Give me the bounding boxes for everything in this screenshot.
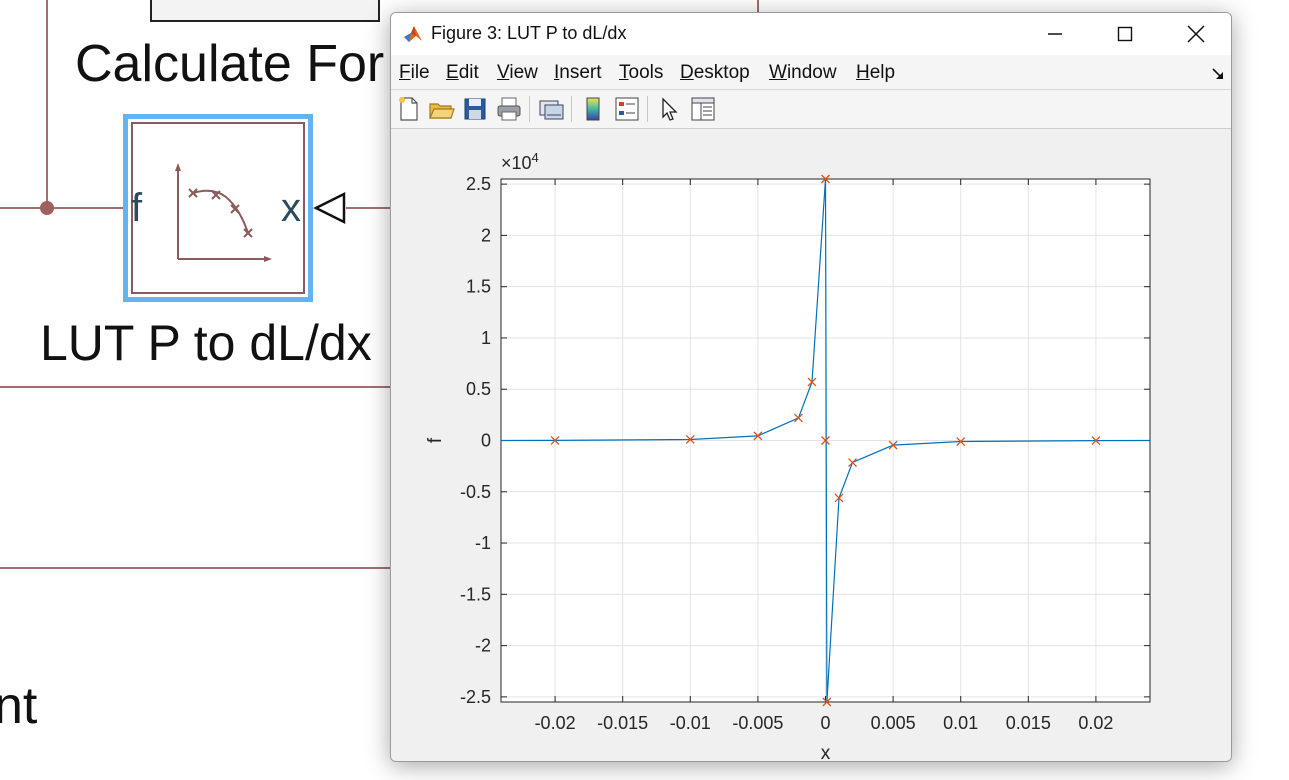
branch-point <box>40 201 54 215</box>
minimize-button[interactable] <box>1023 13 1087 55</box>
signal-line <box>757 0 759 12</box>
y-tick-label: 0.5 <box>466 379 491 399</box>
chart[interactable]: -0.02 -0.015 -0.01 -0.005 0 0.005 0.01 0.015 0.0… <box>391 129 1231 761</box>
lut-output-port-label: f <box>131 186 143 230</box>
menu-bar: File Edit View Insert Tools Desktop Wind… <box>391 55 1231 90</box>
x-tick-label: 0.02 <box>1078 713 1113 733</box>
colorbar-icon[interactable] <box>579 95 607 123</box>
y-tick-label: 1.5 <box>466 277 491 297</box>
x-tick-label: -0.015 <box>597 713 648 733</box>
x-tick-label: -0.01 <box>670 713 711 733</box>
x-tick-label: 0.005 <box>871 713 916 733</box>
close-button[interactable] <box>1164 13 1228 55</box>
menu-desktop[interactable]: Desktop <box>680 62 750 84</box>
figure-window[interactable]: Figure 3: LUT P to dL/dx File Edit View … <box>390 12 1232 762</box>
toolbar-separator <box>647 96 648 122</box>
figure-toolbar <box>391 90 1231 129</box>
lut-block-name: LUT P to dL/dx <box>40 315 372 371</box>
subsystem-block[interactable] <box>150 0 380 22</box>
toolbar-separator <box>529 96 530 122</box>
signal-line <box>0 386 390 388</box>
new-figure-icon[interactable] <box>395 95 423 123</box>
edit-plot-icon[interactable] <box>655 95 683 123</box>
x-axis-label: x <box>821 743 831 761</box>
menu-window[interactable]: Window <box>769 62 837 84</box>
legend-icon[interactable] <box>613 95 641 123</box>
y-tick-label: -0.5 <box>460 482 491 502</box>
y-axis-label: f <box>425 437 446 443</box>
menu-edit[interactable]: Edit <box>446 62 479 84</box>
partial-block-label: nt <box>0 677 38 735</box>
x-tick-label: 0.01 <box>943 713 978 733</box>
y-exponent-power: 4 <box>532 150 539 165</box>
y-tick-label: -2 <box>475 636 491 656</box>
lookup-table-icon <box>175 163 272 262</box>
toolbar-separator <box>571 96 572 122</box>
menu-file[interactable]: File <box>399 62 430 84</box>
x-tick-label: -0.005 <box>732 713 783 733</box>
signal-line <box>0 207 124 209</box>
y-tick-label: -1.5 <box>460 584 491 604</box>
save-icon[interactable] <box>461 95 489 123</box>
signal-line <box>46 0 48 208</box>
plot-area: -0.02 -0.015 -0.01 -0.005 0 0.005 0.01 0.015 0.0… <box>391 129 1231 761</box>
x-tick-label: 0.015 <box>1006 713 1051 733</box>
signal-line <box>0 567 390 569</box>
y-tick-label: 0 <box>481 431 491 451</box>
menu-insert[interactable]: Insert <box>554 62 602 84</box>
y-tick-label: -2.5 <box>460 687 491 707</box>
lut-input-port-label: x <box>281 186 301 230</box>
close-icon <box>1187 25 1205 43</box>
y-tick-label: 2 <box>481 225 491 245</box>
menu-view[interactable]: View <box>497 62 538 84</box>
maximize-button[interactable] <box>1093 13 1157 55</box>
open-file-icon[interactable] <box>427 95 455 123</box>
menu-tools[interactable]: Tools <box>619 62 663 84</box>
dock-arrow-icon[interactable] <box>1211 67 1225 81</box>
minimize-icon <box>1048 33 1062 35</box>
maximize-icon <box>1117 26 1133 42</box>
input-port-arrow-icon <box>313 191 346 225</box>
x-tick-label: -0.02 <box>535 713 576 733</box>
title-bar[interactable]: Figure 3: LUT P to dL/dx <box>391 13 1231 55</box>
matlab-logo-icon <box>404 26 422 42</box>
print-icon[interactable] <box>495 95 523 123</box>
y-tick-label: 2.5 <box>466 174 491 194</box>
signal-line <box>346 207 390 209</box>
y-tick-label: -1 <box>475 533 491 553</box>
y-tick-label: 1 <box>481 328 491 348</box>
x-tick-label: 0 <box>820 713 830 733</box>
window-title: Figure 3: LUT P to dL/dx <box>431 23 627 43</box>
property-inspector-icon[interactable] <box>689 95 717 123</box>
y-exponent-label: ×104 <box>501 150 539 173</box>
menu-help[interactable]: Help <box>856 62 895 84</box>
link-plot-icon[interactable] <box>537 95 565 123</box>
subsystem-label: Calculate For <box>75 35 385 93</box>
